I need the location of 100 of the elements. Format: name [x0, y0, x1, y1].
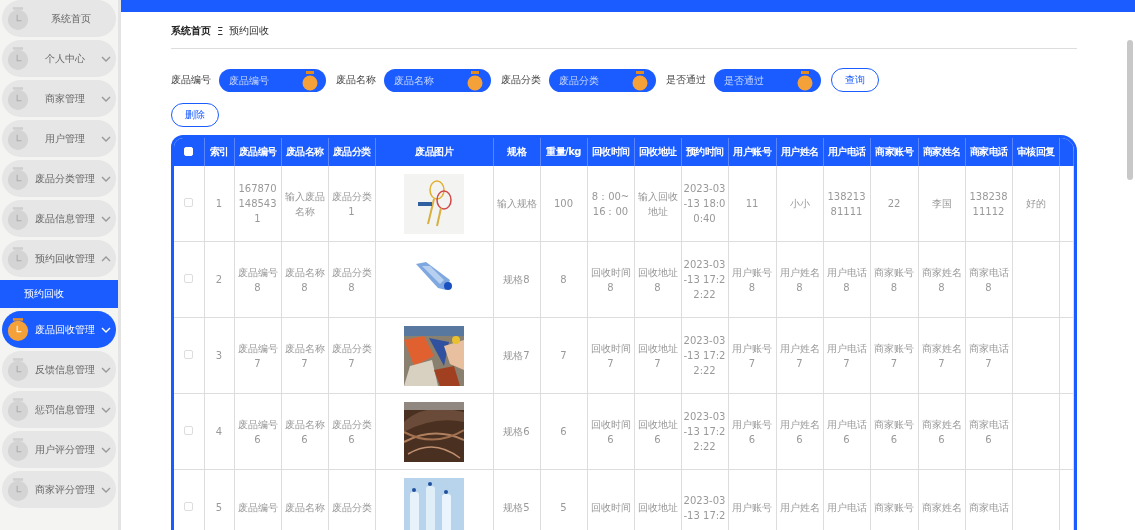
filter-field[interactable]: 是否通过 [714, 68, 821, 92]
table-cell: 用户账号8 [732, 266, 772, 293]
table-cell: 废品编号 [237, 502, 278, 513]
column-header[interactable]: 用户账号 [728, 138, 776, 166]
table-cell: 商家电话7 [968, 342, 1009, 369]
menu-item[interactable]: 商家评分管理 [2, 471, 116, 508]
column-header[interactable]: 废品图片 [375, 138, 493, 166]
clock-icon [7, 165, 29, 192]
menu-item[interactable]: 反馈信息管理 [2, 351, 116, 388]
filter-field[interactable]: 废品名称 [384, 68, 491, 92]
menu-item[interactable]: 惩罚信息管理 [2, 391, 116, 428]
row-checkbox[interactable] [184, 426, 194, 435]
table-cell: 回收地址6 [637, 418, 678, 445]
breadcrumb-link[interactable]: 预约回收 [229, 24, 270, 38]
table-cell: 商家姓名 [921, 502, 962, 513]
table-cell: 商家账号8 [874, 266, 914, 293]
search-button[interactable]: 查询 [831, 68, 879, 92]
table-cell: 废品编号8 [237, 266, 278, 293]
column-header[interactable]: 规格 [493, 138, 540, 166]
table-cell: 2023-03-13 17:22:22 [683, 259, 726, 300]
menu-item[interactable]: 废品信息管理 [2, 200, 116, 237]
table-cell: 商家账号6 [874, 418, 914, 445]
table-cell: 用户账号7 [732, 342, 772, 369]
row-checkbox[interactable] [184, 350, 194, 359]
table-cell: 废品名称7 [284, 342, 325, 369]
column-header[interactable]: 索引 [204, 138, 234, 166]
filter-label: 废品编号 [171, 73, 211, 87]
filter-label: 废品分类 [501, 73, 541, 87]
table-cell: 废品分类 [331, 502, 372, 513]
table-cell: 2023-03-13 17:22:22 [683, 335, 726, 376]
table-cell: 100 [553, 198, 574, 209]
column-header[interactable]: 商家电话 [965, 138, 1012, 166]
menu-item[interactable]: 预约回收管理 [2, 240, 116, 277]
delete-button[interactable]: 删除 [171, 103, 219, 127]
menu-item[interactable]: 商家管理 [2, 80, 116, 117]
clock-icon [7, 316, 29, 343]
filter-field[interactable]: 废品分类 [549, 68, 656, 92]
table-cell: 废品编号7 [237, 342, 278, 369]
table-cell: 7 [560, 350, 567, 361]
menu-item[interactable]: 用户评分管理 [2, 431, 116, 468]
row-checkbox[interactable] [184, 198, 194, 207]
menu-item[interactable]: 废品分类管理 [2, 160, 116, 197]
column-header[interactable]: 废品名称 [281, 138, 328, 166]
knob-icon [632, 70, 648, 91]
table-cell: 商家姓名6 [921, 418, 962, 445]
select-all-checkbox[interactable] [184, 146, 194, 156]
table-cell: 5 [215, 502, 223, 513]
table-cell: 用户姓名7 [779, 342, 820, 369]
table-cell: 规格5 [503, 502, 530, 513]
table-cell: 回收时间 [590, 502, 631, 513]
table-cell: 2023-03-13 18:00:40 [683, 183, 726, 224]
clock-icon [7, 45, 29, 72]
column-header[interactable]: 用户电话 [823, 138, 870, 166]
clock-icon [7, 245, 29, 272]
row-checkbox[interactable] [184, 502, 194, 511]
table-cell: 用户电话 [826, 502, 867, 513]
table-cell: 22 [887, 198, 901, 209]
table-cell: 商家电话6 [968, 418, 1009, 445]
clock-icon [7, 476, 29, 503]
column-header[interactable]: 废品分类 [328, 138, 375, 166]
table-cell: 规格7 [503, 350, 530, 361]
column-header[interactable]: 审核回复 [1012, 138, 1059, 166]
table-cell: 2023-03-13 17:2 [683, 494, 726, 521]
table-cell: 2 [215, 274, 223, 285]
table-cell: 废品分类1 [331, 190, 372, 217]
table-cell: 回收时间6 [590, 418, 631, 445]
table-cell: 商家账号 [874, 502, 914, 513]
knob-icon [302, 70, 318, 91]
breadcrumb-link[interactable]: 系统首页 [171, 24, 211, 38]
breadcrumb-separator: Ξ [217, 25, 224, 37]
table-cell: 用户电话6 [826, 418, 867, 445]
column-header[interactable]: 废品编号 [234, 138, 281, 166]
table-cell: 废品分类8 [331, 266, 372, 293]
menu-item[interactable]: 废品回收管理 [2, 311, 116, 348]
table-cell: 6 [560, 426, 567, 437]
menu-item[interactable]: 用户管理 [2, 120, 116, 157]
column-header[interactable]: 用户姓名 [776, 138, 823, 166]
clock-icon [7, 85, 29, 112]
menu-item[interactable]: 个人中心 [2, 40, 116, 77]
scrollbar[interactable] [1127, 40, 1133, 180]
filter-field[interactable]: 废品编号 [219, 68, 326, 92]
column-header[interactable]: 商家账号 [870, 138, 918, 166]
column-header[interactable]: 回收时间 [587, 138, 634, 166]
table-cell: 8：00~16：00 [591, 190, 630, 217]
table-cell: 1 [215, 198, 223, 209]
column-header[interactable]: 重量/kg [540, 138, 587, 166]
clock-icon [7, 356, 29, 383]
table-cell: 商家电话 [968, 502, 1009, 513]
row-checkbox[interactable] [184, 274, 194, 283]
table-cell: 输入回收地址 [637, 190, 678, 217]
table-cell: 好的 [1025, 198, 1046, 209]
column-header[interactable]: 回收地址 [634, 138, 681, 166]
column-header[interactable]: 预约时间 [681, 138, 728, 166]
table-cell: 回收时间8 [590, 266, 631, 293]
table-cell: 小小 [789, 198, 810, 209]
table-cell: 2023-03-13 17:22:22 [683, 411, 726, 452]
table-cell: 13821381111 [827, 190, 866, 217]
submenu-item[interactable]: 预约回收 [0, 280, 118, 308]
column-header[interactable]: 商家姓名 [918, 138, 965, 166]
menu-item[interactable]: 系统首页 [2, 0, 116, 37]
